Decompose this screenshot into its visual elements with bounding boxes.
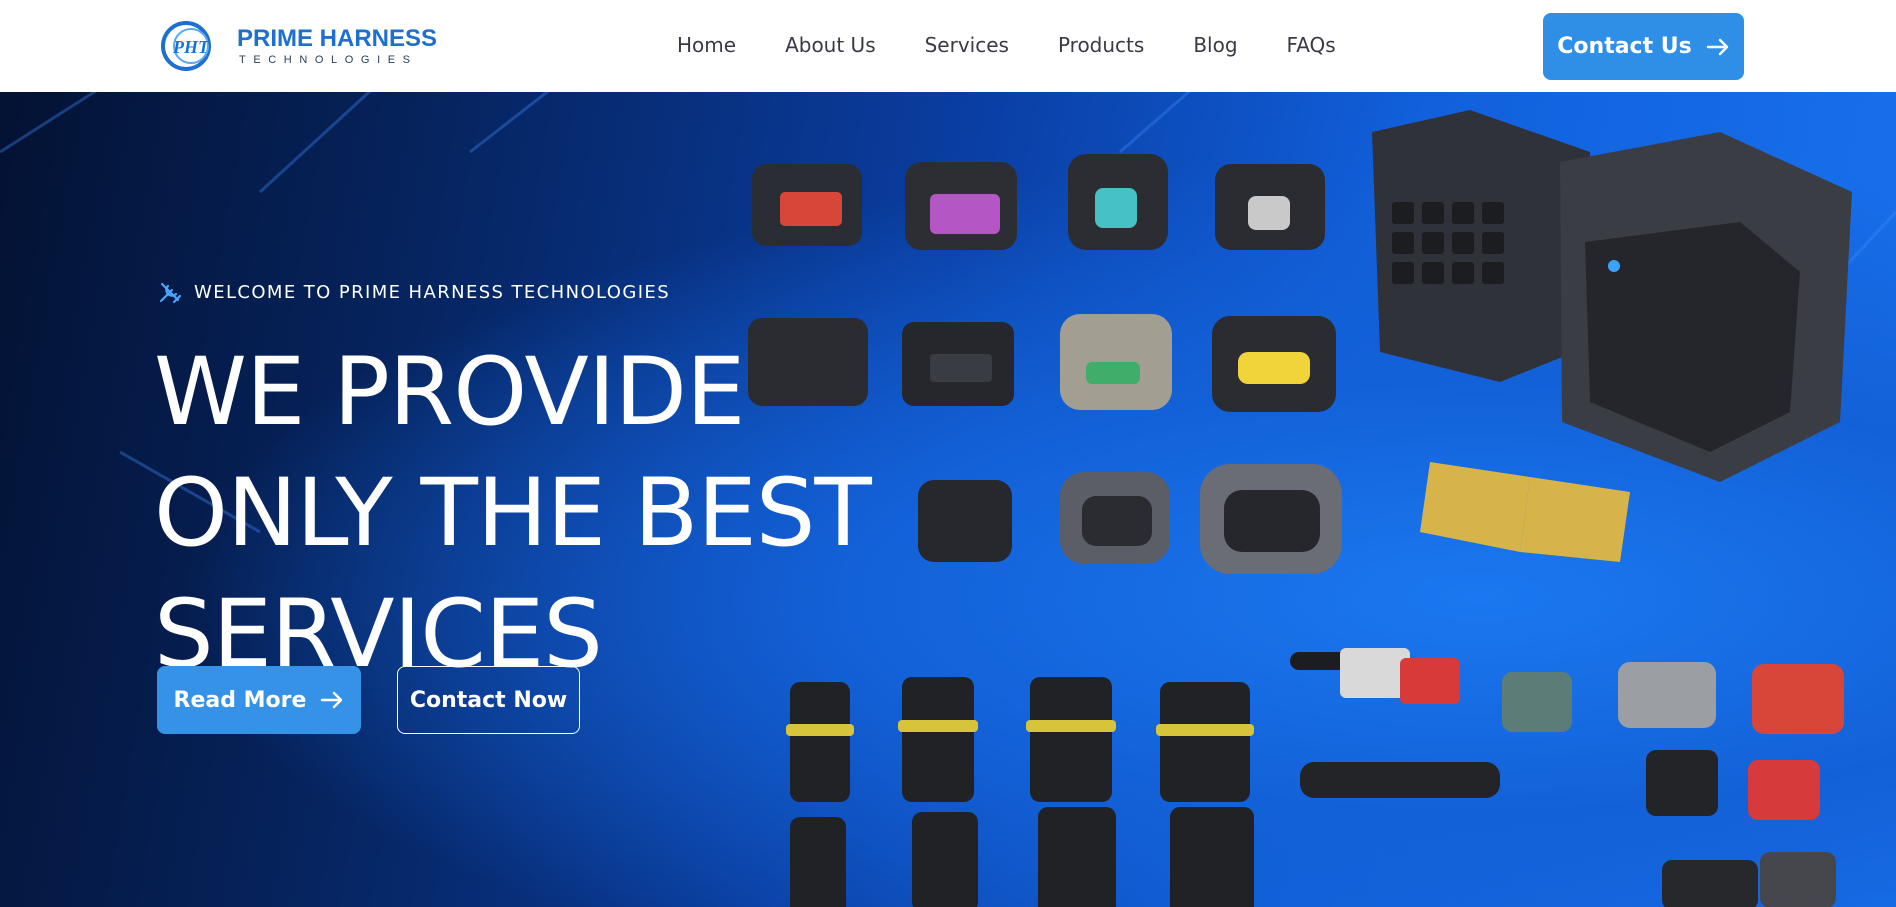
logo-tagline: TECHNOLOGIES	[239, 54, 418, 66]
read-more-label: Read More	[173, 687, 307, 713]
logo-name: PRIME HARNESS	[237, 25, 438, 52]
nav-home[interactable]: Home	[677, 30, 736, 62]
main-nav: Home About Us Services Products Blog FAQ…	[677, 30, 1336, 62]
arrow-right-icon	[1706, 38, 1728, 55]
site-header: PHT PRIME HARNESS TECHNOLOGIES Home Abou…	[0, 0, 1896, 92]
hero-section: WELCOME TO PRIME HARNESS TECHNOLOGIES WE…	[0, 92, 1896, 907]
logo-mark-text: PHT	[172, 37, 210, 57]
nav-services[interactable]: Services	[925, 30, 1009, 62]
nav-faqs[interactable]: FAQs	[1287, 30, 1336, 62]
contact-now-label: Contact Now	[409, 687, 568, 713]
contact-now-button[interactable]: Contact Now	[397, 666, 580, 734]
contact-us-label: Contact Us	[1557, 34, 1692, 59]
contact-us-button[interactable]: Contact Us	[1543, 13, 1744, 80]
decorative-dot	[1608, 260, 1620, 272]
tools-icon	[159, 282, 182, 304]
nav-blog[interactable]: Blog	[1193, 30, 1237, 62]
hero-eyebrow: WELCOME TO PRIME HARNESS TECHNOLOGIES	[156, 278, 670, 306]
hero-headline: WE PROVIDE ONLY THE BEST SERVICES	[154, 332, 954, 695]
hero-headline-line-2: ONLY THE BEST	[154, 459, 872, 568]
hero-headline-line-1: WE PROVIDE	[154, 338, 745, 447]
read-more-button[interactable]: Read More	[157, 666, 361, 734]
nav-about-us[interactable]: About Us	[785, 30, 876, 62]
site-logo[interactable]: PHT PRIME HARNESS TECHNOLOGIES	[160, 18, 437, 74]
logo-mark-icon: PHT	[161, 21, 211, 71]
arrow-right-icon	[321, 691, 343, 709]
nav-products[interactable]: Products	[1058, 30, 1144, 62]
hero-eyebrow-text: WELCOME TO PRIME HARNESS TECHNOLOGIES	[194, 281, 671, 303]
